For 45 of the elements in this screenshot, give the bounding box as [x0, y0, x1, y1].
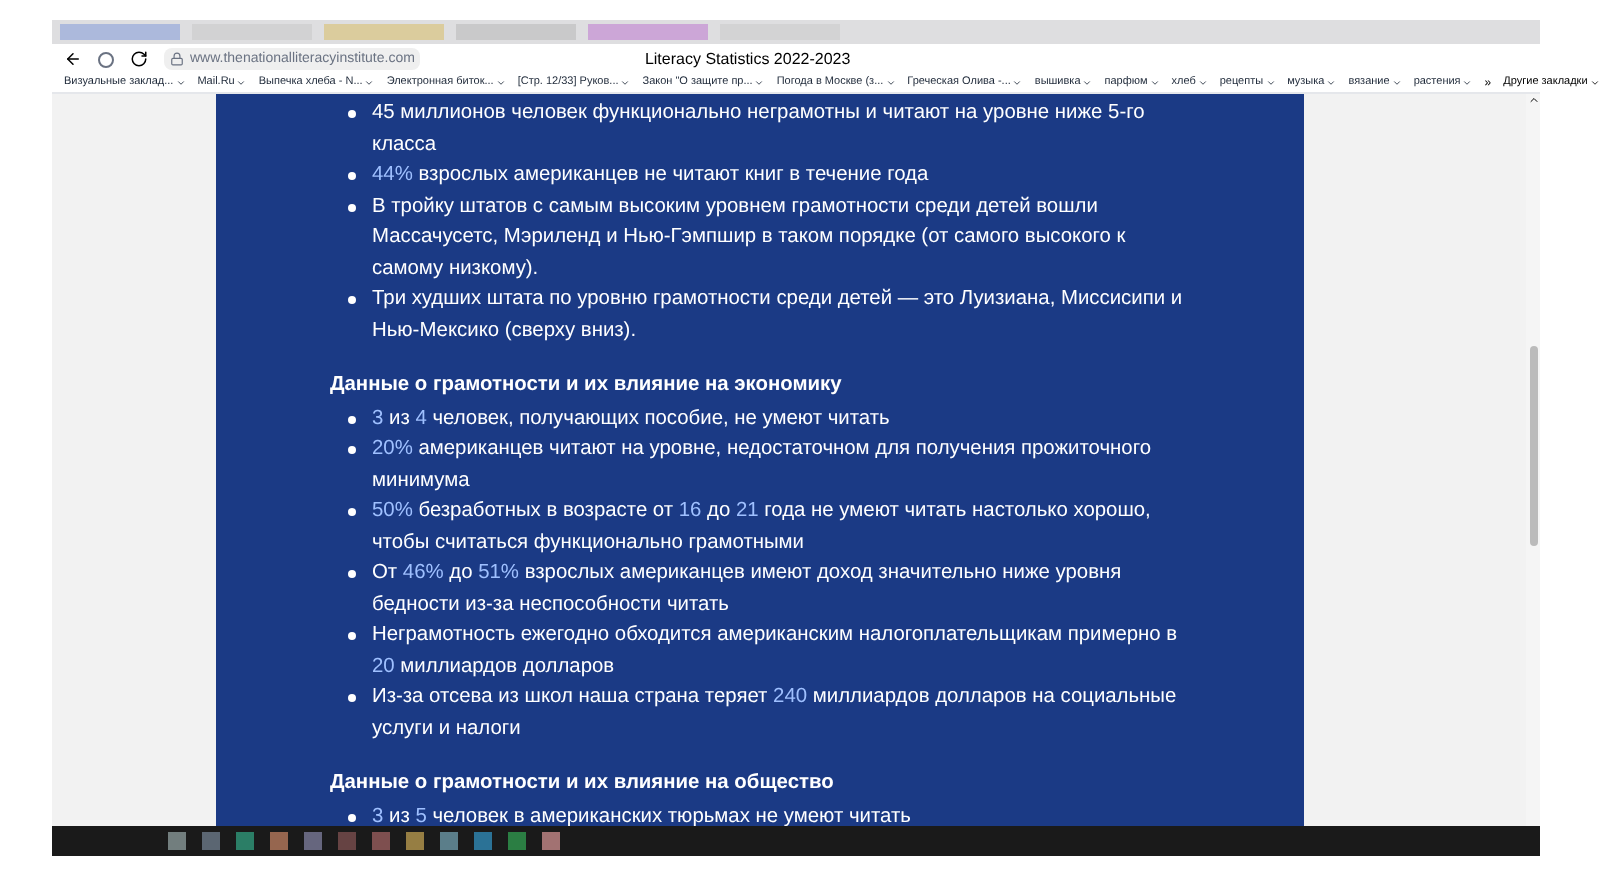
page-title: Literacy Statistics 2022-2023: [644, 51, 851, 67]
bullet-text: От 46% до 51% взрослых американцев имеют доход значительно ниже уровня бедности из-за неспособности читать: [372, 560, 1124, 619]
chevron-down-icon: [1391, 78, 1402, 88]
chevron-down-icon: [1265, 78, 1276, 88]
bullet-text: 3 из 4 человек, получающих пособие, не умеют читать: [372, 405, 890, 433]
chevron-down-icon: [495, 78, 506, 88]
bullet-text: Три худших штата по уровню грамотности среди детей — это Луизиана, Миссисипи и Нью-Мексико (сверху вниз).: [372, 286, 1185, 345]
blurred-tab[interactable]: [324, 24, 444, 40]
bullet-icon: [347, 172, 355, 180]
chevron-down-icon: [1149, 78, 1160, 88]
bullet-icon: [347, 415, 355, 423]
chevron-down-icon: [1589, 78, 1600, 88]
scrollbar-thumb[interactable]: [1529, 346, 1537, 546]
chevron-down-icon: [620, 78, 631, 88]
bullet-icon: [347, 203, 355, 211]
scroll-up-icon[interactable]: [1527, 94, 1539, 106]
blurred-tab[interactable]: [588, 24, 708, 40]
back-icon[interactable]: [64, 50, 82, 68]
bullet-text: В тройку штатов с самым высоким уровнем грамотности среди детей вошли Массачусетс, Мэриленд и Нью-Гэмпшир в таком порядке (от самого высокого к самому низкому).: [372, 193, 1128, 283]
chevron-down-icon: [1012, 78, 1023, 88]
bullet-icon: [347, 296, 355, 304]
bullet-icon: [347, 446, 355, 454]
bullet-icon: [347, 632, 355, 640]
bullet-text: 3 из 5 человек в американских тюрьмах не умеют читать: [372, 803, 911, 826]
chevron-down-icon: [1197, 78, 1208, 88]
chevron-down-icon: [175, 78, 186, 88]
section-heading: Данные о грамотности и их влияние на экономику: [330, 372, 844, 400]
chevron-down-icon: [1462, 78, 1473, 88]
chevron-down-icon: [1082, 78, 1093, 88]
blurred-tab[interactable]: [60, 24, 180, 40]
section-heading: Данные о грамотности и их влияние на общество: [330, 770, 836, 798]
bullet-text: Из-за отсева из школ наша страна теряет 240 миллиардов долларов на социальные услуги и налоги: [372, 684, 1179, 743]
bullet-icon: [347, 570, 355, 578]
bullet-text: 44% взрослых американцев не читают книг в течение года: [372, 162, 929, 190]
lock-icon: [170, 52, 184, 66]
reload-icon[interactable]: [130, 50, 148, 68]
bullet-icon: [347, 110, 355, 118]
bullet-icon: [347, 508, 355, 516]
chevron-down-icon: [364, 78, 375, 88]
chevron-down-icon: [1326, 78, 1337, 88]
bullet-icon: [347, 694, 355, 702]
bullet-icon: [347, 813, 355, 821]
chevron-down-icon: [754, 78, 765, 88]
chevron-down-icon: [236, 78, 247, 88]
chevron-down-icon: [885, 78, 896, 88]
